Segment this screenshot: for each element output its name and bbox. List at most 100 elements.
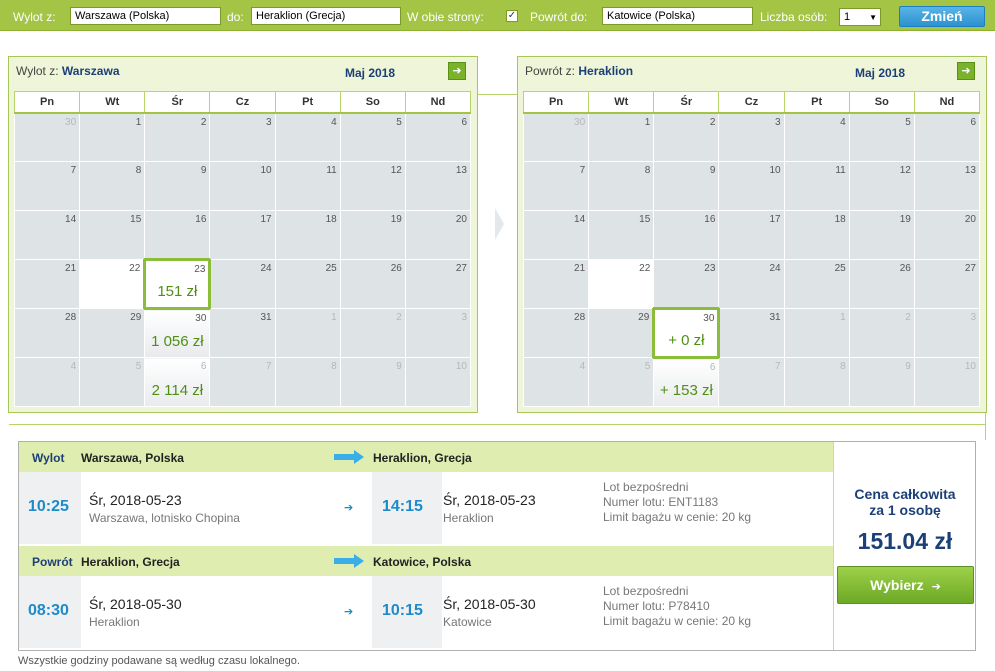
weekday-header: Cz bbox=[718, 91, 785, 114]
day-number: 15 bbox=[130, 214, 142, 225]
outbound-day-cell: 25 bbox=[274, 259, 341, 309]
weekday-header: Pt bbox=[274, 91, 341, 114]
outbound-day-cell: 2 bbox=[339, 308, 406, 358]
day-number: 9 bbox=[396, 361, 402, 372]
return-dep-time: 08:30 bbox=[28, 602, 69, 619]
outbound-day-cell: 14 bbox=[13, 210, 81, 260]
outbound-day-cell: 27 bbox=[404, 259, 472, 309]
roundtrip-label: W obie strony: bbox=[407, 10, 484, 24]
return-calendar-grid: Pn Wt Śr Cz Pt So Nd 30 1 2 3 4 5 6 7 8 9 10 11 12 13 14 15 16 1… bbox=[522, 91, 981, 407]
roundtrip-checkbox[interactable]: ✓ bbox=[506, 10, 518, 22]
day-number: 13 bbox=[964, 165, 976, 176]
outbound-day-cell: 6 bbox=[404, 112, 472, 162]
day-number: 2 bbox=[709, 116, 716, 128]
weekday-header: Śr bbox=[144, 91, 211, 114]
return-day-cell: 17 bbox=[718, 210, 785, 260]
day-number: 17 bbox=[769, 214, 781, 225]
outbound-arr-date: Śr, 2018-05-23 bbox=[443, 492, 536, 508]
outbound-day-cell: 20 bbox=[404, 210, 472, 260]
return-day-cell[interactable]: 6 + 153 zł bbox=[653, 357, 720, 407]
return-day-cell: 7 bbox=[718, 357, 785, 407]
return-day-cell: 6 bbox=[913, 112, 981, 162]
weekday-header: Wt bbox=[588, 91, 655, 114]
return-day-cell: 18 bbox=[783, 210, 850, 260]
outbound-day-cell: 28 bbox=[13, 308, 81, 358]
day-number: 8 bbox=[331, 361, 337, 372]
day-number: 10 bbox=[455, 361, 467, 372]
return-day-cell: 20 bbox=[913, 210, 981, 260]
select-button[interactable]: Wybierz ➔ bbox=[837, 566, 974, 604]
day-number: 20 bbox=[455, 214, 467, 225]
day-number: 26 bbox=[899, 263, 911, 274]
day-number: 7 bbox=[266, 361, 272, 372]
day-number: 1 bbox=[840, 312, 846, 323]
outbound-day-cell: 5 bbox=[79, 357, 146, 407]
outbound-to: Heraklion, Grecja bbox=[373, 451, 472, 465]
day-number: 21 bbox=[574, 263, 586, 274]
return-day-cell: 14 bbox=[522, 210, 590, 260]
return-day-cell: 12 bbox=[848, 161, 915, 211]
weekday-header: Pn bbox=[522, 91, 590, 114]
weekday-header: So bbox=[339, 91, 406, 114]
day-number: 19 bbox=[899, 214, 911, 225]
day-number: 30 bbox=[195, 313, 207, 324]
return-arr-date: Śr, 2018-05-30 bbox=[443, 596, 536, 612]
outbound-info-baggage: Limit bagażu w cenie: 20 kg bbox=[603, 510, 752, 524]
day-number: 6 bbox=[709, 362, 716, 373]
day-number: 21 bbox=[65, 263, 77, 274]
weekday-header: Nd bbox=[913, 91, 981, 114]
outbound-day-cell: 24 bbox=[209, 259, 276, 309]
return-day-cell[interactable]: 30 + 0 zł bbox=[652, 307, 721, 359]
day-number: 2 bbox=[905, 312, 911, 323]
day-number: 30 bbox=[574, 116, 586, 128]
day-price: 1 056 zł bbox=[151, 333, 204, 350]
day-number: 14 bbox=[574, 214, 586, 225]
outbound-day-cell: 1 bbox=[79, 112, 146, 162]
return-day-cell: 30 bbox=[522, 112, 590, 162]
to-input[interactable]: Heraklion (Grecja) bbox=[251, 7, 401, 25]
return-day-cell: 5 bbox=[588, 357, 655, 407]
from-input[interactable]: Warszawa (Polska) bbox=[70, 7, 221, 25]
outbound-day-cell[interactable]: 30 1 056 zł bbox=[144, 308, 211, 358]
day-number: 3 bbox=[461, 312, 467, 323]
day-number: 20 bbox=[964, 214, 976, 225]
small-arrow-right-icon: ➔ bbox=[344, 606, 354, 618]
day-number: 5 bbox=[396, 116, 402, 128]
return-day-cell: 19 bbox=[848, 210, 915, 260]
return-day-cell: 8 bbox=[588, 161, 655, 211]
outbound-day-cell[interactable]: 23 151 zł bbox=[143, 258, 212, 310]
day-number: 16 bbox=[195, 214, 207, 225]
day-number: 30 bbox=[703, 313, 715, 324]
return-input[interactable]: Katowice (Polska) bbox=[602, 7, 753, 25]
weekday-header: Cz bbox=[209, 91, 276, 114]
outbound-next-month-icon[interactable]: ➜ bbox=[448, 62, 466, 80]
outbound-arr-place: Heraklion bbox=[443, 511, 494, 525]
change-button[interactable]: Zmień bbox=[899, 6, 985, 27]
day-number: 6 bbox=[200, 361, 207, 372]
weekday-header: Nd bbox=[404, 91, 472, 114]
to-label: do: bbox=[227, 10, 244, 24]
calendar-divider-arrow-icon bbox=[495, 208, 504, 240]
day-number: 1 bbox=[331, 312, 337, 323]
search-bar: Wylot z: Warszawa (Polska) do: Heraklion… bbox=[0, 0, 995, 31]
outbound-day-cell: 7 bbox=[209, 357, 276, 407]
return-day-cell: 15 bbox=[588, 210, 655, 260]
outbound-day-cell[interactable]: 6 2 114 zł bbox=[144, 357, 211, 407]
outbound-day-cell: 13 bbox=[404, 161, 472, 211]
outbound-day-cell: 2 bbox=[144, 112, 211, 162]
day-number: 8 bbox=[135, 165, 142, 176]
day-number: 29 bbox=[638, 312, 650, 323]
day-number: 5 bbox=[905, 116, 911, 128]
return-info: Lot bezpośredni Numer lotu: P78410 Limit… bbox=[603, 584, 751, 629]
day-number: 7 bbox=[70, 165, 77, 176]
return-arr-place: Katowice bbox=[443, 615, 492, 629]
persons-select[interactable]: 1 ▼ bbox=[839, 8, 881, 26]
day-number: 10 bbox=[964, 361, 976, 372]
outbound-day-cell: 21 bbox=[13, 259, 81, 309]
day-number: 19 bbox=[390, 214, 402, 225]
day-number: 10 bbox=[260, 165, 272, 176]
day-number: 22 bbox=[129, 263, 141, 274]
return-next-month-icon[interactable]: ➜ bbox=[957, 62, 975, 80]
day-number: 4 bbox=[840, 116, 846, 128]
return-day-cell: 23 bbox=[653, 259, 720, 309]
